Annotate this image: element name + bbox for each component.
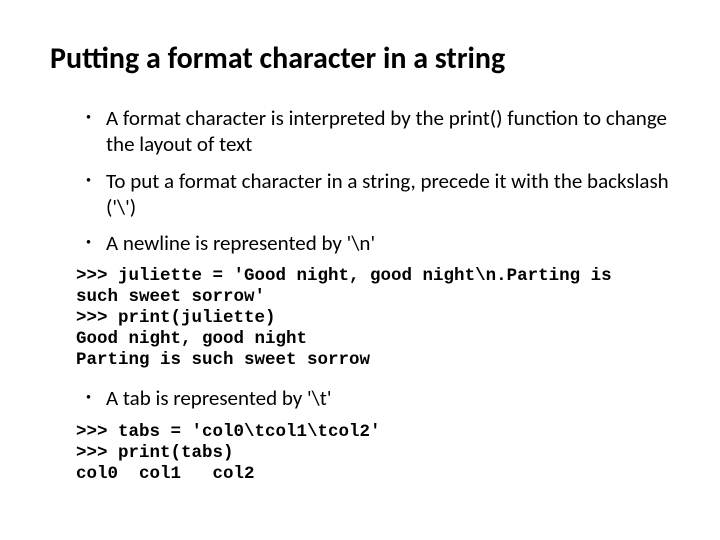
list-item: To put a format character in a string, p… — [90, 168, 670, 221]
list-item: A newline is represented by '\n' — [90, 230, 670, 256]
code-block: >>> tabs = 'col0\tcol1\tcol2' >>> print(… — [76, 422, 636, 485]
bullet-text: A tab is represented by '\t' — [106, 385, 331, 411]
list-item: A tab is represented by '\t' — [90, 385, 670, 411]
slide: Putting a format character in a string A… — [0, 0, 720, 540]
slide-title: Putting a format character in a string — [50, 40, 670, 77]
bullet-text: A format character is interpreted by the… — [106, 105, 667, 157]
code-block: >>> juliette = 'Good night, good night\n… — [76, 266, 636, 371]
bullet-text: A newline is represented by '\n' — [106, 230, 375, 256]
list-item: A format character is interpreted by the… — [90, 105, 670, 158]
bullet-list: A tab is represented by '\t' — [50, 385, 670, 411]
bullet-text: To put a format character in a string, p… — [106, 168, 669, 220]
bullet-list: A format character is interpreted by the… — [50, 105, 670, 256]
